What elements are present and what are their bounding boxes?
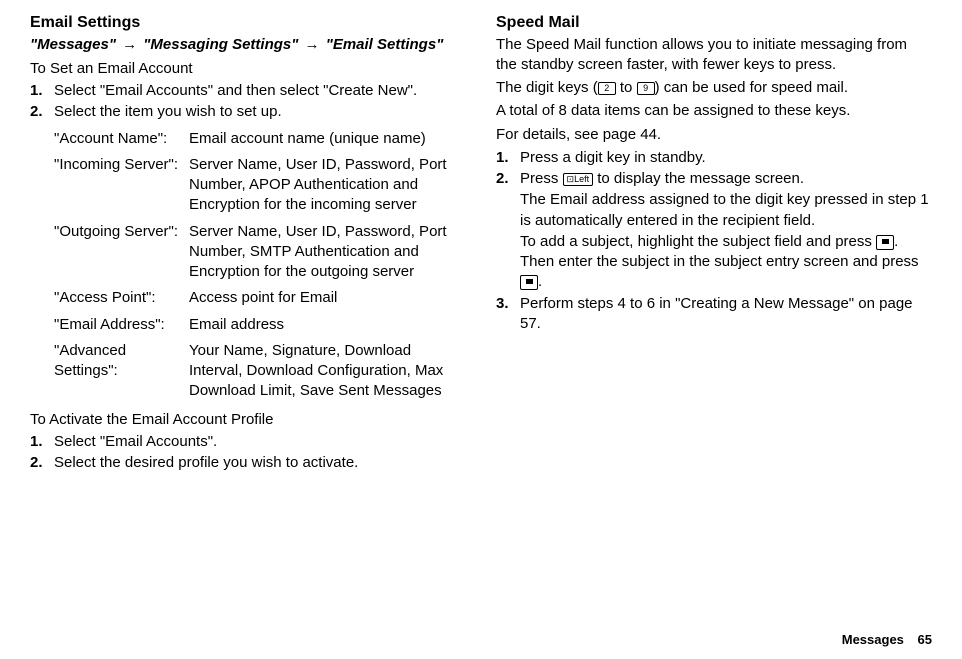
step-text: Select the desired profile you wish to a… [54, 453, 466, 473]
step-item: 1. Select "Email Accounts" and then sele… [30, 81, 466, 101]
def-row: "Outgoing Server": Server Name, User ID,… [54, 222, 466, 283]
breadcrumb: "Messages" → "Messaging Settings" → "Ema… [30, 35, 466, 55]
def-desc: Server Name, User ID, Password, Port Num… [189, 155, 466, 216]
def-term: "Advanced Settings": [54, 341, 189, 402]
step-item: 2. Select the item you wish to set up. [30, 102, 466, 122]
breadcrumb-part-2: "Messaging Settings" [143, 36, 298, 53]
subheading-set-email: To Set an Email Account [30, 59, 466, 79]
left-column: Email Settings "Messages" → "Messaging S… [30, 12, 466, 479]
text-fragment: Press [520, 170, 563, 187]
step-content: Press ⊡Left to display the message scree… [520, 169, 932, 293]
steps-set-email: 1. Select "Email Accounts" and then sele… [30, 81, 466, 123]
def-row: "Account Name": Email account name (uniq… [54, 129, 466, 149]
left-softkey-icon: ⊡Left [563, 173, 594, 186]
step-number: 1. [30, 432, 54, 452]
step-number: 2. [30, 102, 54, 122]
step-number: 2. [30, 453, 54, 473]
paragraph: The Speed Mail function allows you to in… [496, 35, 932, 76]
step-text: Select "Email Accounts". [54, 432, 466, 452]
def-row: "Email Address": Email address [54, 315, 466, 335]
step-number: 3. [496, 294, 520, 335]
text-fragment: The digit keys ( [496, 79, 598, 96]
def-desc: Your Name, Signature, Download Interval,… [189, 341, 466, 402]
steps-activate-profile: 1. Select "Email Accounts". 2. Select th… [30, 432, 466, 474]
def-term: "Outgoing Server": [54, 222, 189, 283]
step-item: 2. Press ⊡Left to display the message sc… [496, 169, 932, 293]
def-desc: Email account name (unique name) [189, 129, 466, 149]
breadcrumb-part-1: "Messages" [30, 36, 116, 53]
def-term: "Access Point": [54, 288, 189, 308]
step-number: 1. [30, 81, 54, 101]
footer-section-label: Messages [842, 632, 904, 647]
email-settings-title: Email Settings [30, 12, 466, 34]
paragraph: For details, see page 44. [496, 125, 932, 145]
step-sub-text: The Email address assigned to the digit … [520, 190, 932, 231]
subheading-activate-profile: To Activate the Email Account Profile [30, 410, 466, 430]
breadcrumb-part-3: "Email Settings" [326, 36, 444, 53]
def-desc: Server Name, User ID, Password, Port Num… [189, 222, 466, 283]
step-item: 2. Select the desired profile you wish t… [30, 453, 466, 473]
center-key-icon [520, 275, 538, 290]
step-item: 1. Press a digit key in standby. [496, 148, 932, 168]
arrow-icon: → [120, 36, 139, 53]
definitions-list: "Account Name": Email account name (uniq… [30, 129, 466, 402]
step-item: 3. Perform steps 4 to 6 in "Creating a N… [496, 294, 932, 335]
def-row: "Incoming Server": Server Name, User ID,… [54, 155, 466, 216]
digit-key-9-icon: 9 [637, 82, 655, 95]
def-term: "Incoming Server": [54, 155, 189, 216]
step-number: 2. [496, 169, 520, 293]
step-item: 1. Select "Email Accounts". [30, 432, 466, 452]
step-text: Select "Email Accounts" and then select … [54, 81, 466, 101]
footer-page-number: 65 [918, 632, 932, 647]
right-column: Speed Mail The Speed Mail function allow… [496, 12, 932, 479]
def-row: "Advanced Settings": Your Name, Signatur… [54, 341, 466, 402]
def-term: "Email Address": [54, 315, 189, 335]
digit-key-2-icon: 2 [598, 82, 616, 95]
def-desc: Access point for Email [189, 288, 466, 308]
text-fragment: . [538, 273, 542, 290]
step-number: 1. [496, 148, 520, 168]
page-footer: Messages 65 [842, 631, 932, 649]
text-fragment: To add a subject, highlight the subject … [520, 233, 876, 250]
center-key-icon [876, 235, 894, 250]
def-desc: Email address [189, 315, 466, 335]
paragraph: The digit keys (2 to 9) can be used for … [496, 78, 932, 98]
step-text: Press a digit key in standby. [520, 148, 932, 168]
text-fragment: ) can be used for speed mail. [655, 79, 848, 96]
step-text: Select the item you wish to set up. [54, 102, 466, 122]
arrow-icon: → [303, 36, 322, 53]
speed-mail-title: Speed Mail [496, 12, 932, 34]
text-fragment: to display the message screen. [593, 170, 804, 187]
step-text: Perform steps 4 to 6 in "Creating a New … [520, 294, 932, 335]
def-row: "Access Point": Access point for Email [54, 288, 466, 308]
paragraph: A total of 8 data items can be assigned … [496, 101, 932, 121]
text-fragment: to [616, 79, 637, 96]
step-sub-text: To add a subject, highlight the subject … [520, 232, 932, 293]
steps-speed-mail: 1. Press a digit key in standby. 2. Pres… [496, 148, 932, 334]
def-term: "Account Name": [54, 129, 189, 149]
